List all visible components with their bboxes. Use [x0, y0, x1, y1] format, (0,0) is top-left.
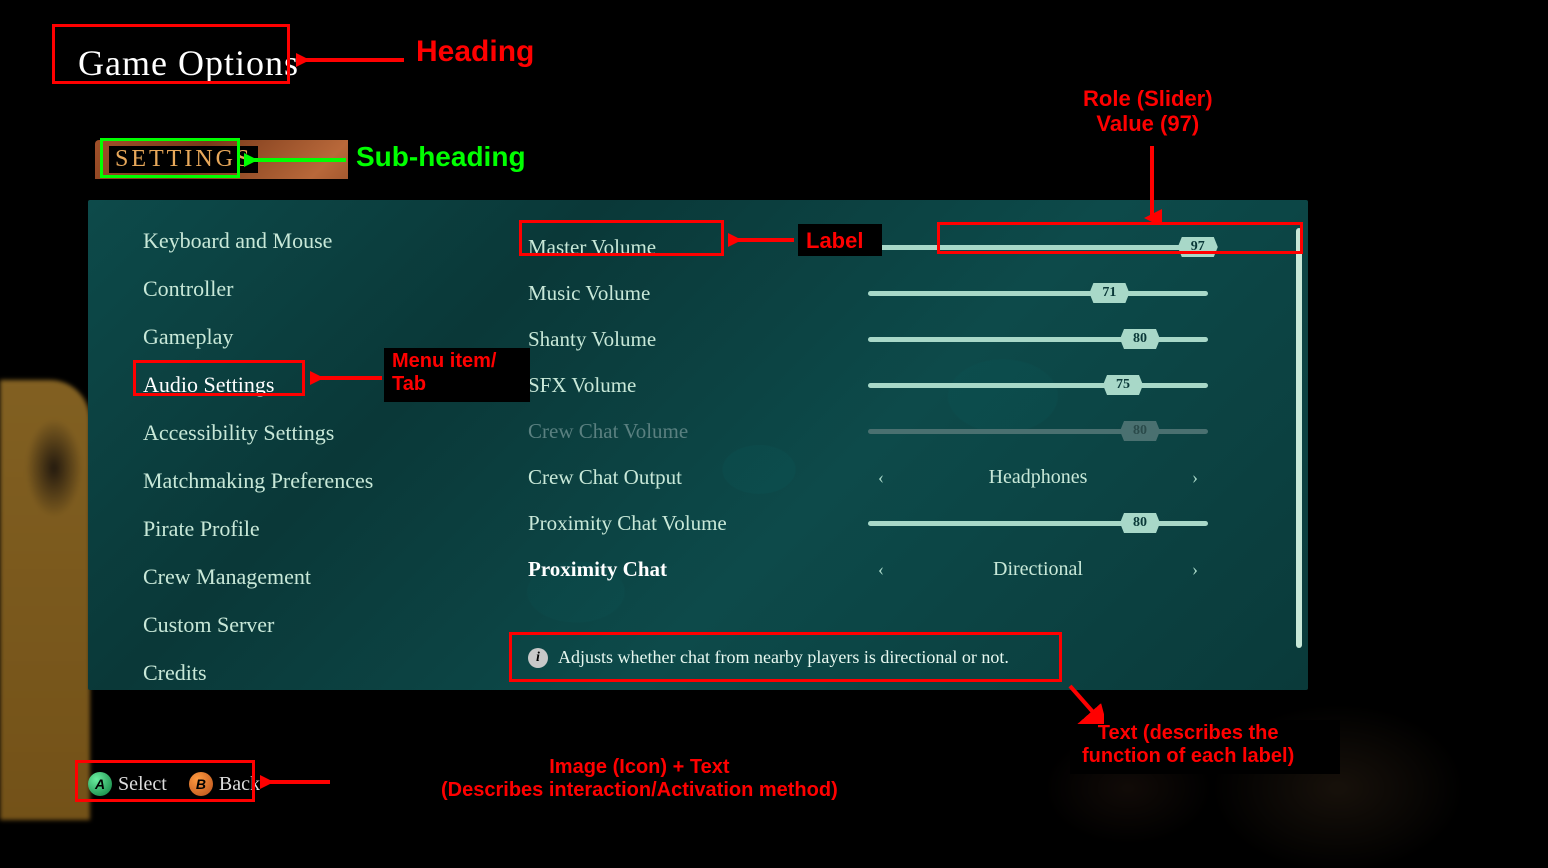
- setting-proximity-chat-volume: Proximity Chat Volume 80: [528, 500, 1288, 546]
- sidebar-item-custom-server[interactable]: Custom Server: [143, 612, 423, 638]
- slider-thumb: 80: [1120, 513, 1160, 533]
- slider-thumb: 71: [1089, 283, 1129, 303]
- slider-track: [868, 383, 1208, 388]
- hint-back: B Back: [189, 772, 260, 796]
- picker-value: Directional: [894, 558, 1182, 581]
- settings-panel: Keyboard and Mouse Controller Gameplay Audi…: [88, 200, 1308, 690]
- setting-music-volume: Music Volume 71: [528, 270, 1288, 316]
- sidebar-item-accessibility[interactable]: Accessibility Settings: [143, 420, 423, 446]
- sidebar-item-label: Credits: [143, 660, 207, 685]
- sidebar-item-pirate-profile[interactable]: Pirate Profile: [143, 516, 423, 542]
- settings-subheading: Settings: [115, 146, 252, 172]
- settings-ribbon: Settings: [95, 140, 518, 179]
- sidebar-item-credits[interactable]: Credits: [143, 660, 423, 686]
- sidebar-item-label: Matchmaking Preferences: [143, 468, 373, 493]
- setting-label: Proximity Chat: [528, 557, 868, 582]
- music-volume-slider[interactable]: 71: [868, 284, 1208, 302]
- sidebar-item-label: Accessibility Settings: [143, 420, 334, 445]
- setting-label: Music Volume: [528, 281, 868, 306]
- sidebar-item-label: Pirate Profile: [143, 516, 260, 541]
- sidebar-item-gameplay[interactable]: Gameplay: [143, 324, 423, 350]
- sidebar-item-label: Custom Server: [143, 612, 274, 637]
- sidebar-item-label: Gameplay: [143, 324, 233, 349]
- chevron-left-icon[interactable]: ‹: [868, 467, 894, 488]
- setting-crew-chat-output: Crew Chat Output‹Headphones›: [528, 454, 1288, 500]
- chevron-right-icon[interactable]: ›: [1182, 467, 1208, 488]
- content-scrollbar[interactable]: [1296, 228, 1302, 648]
- shanty-volume-slider[interactable]: 80: [868, 330, 1208, 348]
- setting-proximity-chat: Proximity Chat‹Directional›: [528, 546, 1288, 592]
- sidebar-item-label: Controller: [143, 276, 233, 301]
- crew-chat-volume-slider: 80: [868, 422, 1208, 440]
- proximity-chat-picker[interactable]: ‹Directional›: [868, 558, 1208, 581]
- background-art-right: [848, 668, 1548, 868]
- proximity-chat-volume-slider[interactable]: 80: [868, 514, 1208, 532]
- sidebar-item-label: Keyboard and Mouse: [143, 228, 332, 253]
- sidebar-item-matchmaking[interactable]: Matchmaking Preferences: [143, 468, 423, 494]
- sidebar-item-crew-management[interactable]: Crew Management: [143, 564, 423, 590]
- setting-shanty-volume: Shanty Volume 80: [528, 316, 1288, 362]
- hint-select-label: Select: [118, 773, 167, 796]
- info-icon: i: [528, 648, 548, 668]
- setting-crew-chat-volume: Crew Chat Volume 80: [528, 408, 1288, 454]
- sidebar-item-audio[interactable]: Audio Settings: [143, 372, 423, 398]
- b-button-icon: B: [189, 772, 213, 796]
- sidebar-item-controller[interactable]: Controller: [143, 276, 423, 302]
- hint-back-label: Back: [219, 773, 260, 796]
- sfx-volume-slider[interactable]: 75: [868, 376, 1208, 394]
- chevron-left-icon[interactable]: ‹: [868, 559, 894, 580]
- sidebar-item-label: Crew Management: [143, 564, 311, 589]
- master-volume-slider[interactable]: 97: [868, 238, 1208, 256]
- slider-track: [868, 291, 1208, 296]
- sidebar-item-keyboard-mouse[interactable]: Keyboard and Mouse: [143, 228, 423, 254]
- setting-label: Crew Chat Volume: [528, 419, 868, 444]
- hint-select: A Select: [88, 772, 167, 796]
- info-row: i Adjusts whether chat from nearby playe…: [528, 647, 1009, 668]
- setting-label: SFX Volume: [528, 373, 868, 398]
- picker-value: Headphones: [894, 466, 1182, 489]
- setting-label: Crew Chat Output: [528, 465, 868, 490]
- setting-label: Proximity Chat Volume: [528, 511, 868, 536]
- info-text: Adjusts whether chat from nearby players…: [558, 647, 1009, 668]
- slider-thumb: 80: [1120, 329, 1160, 349]
- button-hints: A Select B Back: [88, 772, 260, 796]
- a-button-icon: A: [88, 772, 112, 796]
- slider-track: [868, 245, 1208, 250]
- setting-sfx-volume: SFX Volume 75: [528, 362, 1288, 408]
- background-art-left: [0, 380, 90, 820]
- page-title: Game Options: [78, 42, 299, 84]
- slider-thumb: 75: [1103, 375, 1143, 395]
- settings-content: Master Volume97Music Volume71Shanty Volu…: [528, 224, 1288, 592]
- settings-sidebar: Keyboard and Mouse Controller Gameplay Audi…: [143, 228, 423, 708]
- chevron-right-icon[interactable]: ›: [1182, 559, 1208, 580]
- setting-label: Master Volume: [528, 235, 868, 260]
- slider-thumb: 80: [1120, 421, 1160, 441]
- setting-label: Shanty Volume: [528, 327, 868, 352]
- crew-chat-output-picker[interactable]: ‹Headphones›: [868, 466, 1208, 489]
- slider-thumb: 97: [1178, 237, 1218, 257]
- setting-master-volume: Master Volume97: [528, 224, 1288, 270]
- sidebar-item-label: Audio Settings: [143, 372, 274, 397]
